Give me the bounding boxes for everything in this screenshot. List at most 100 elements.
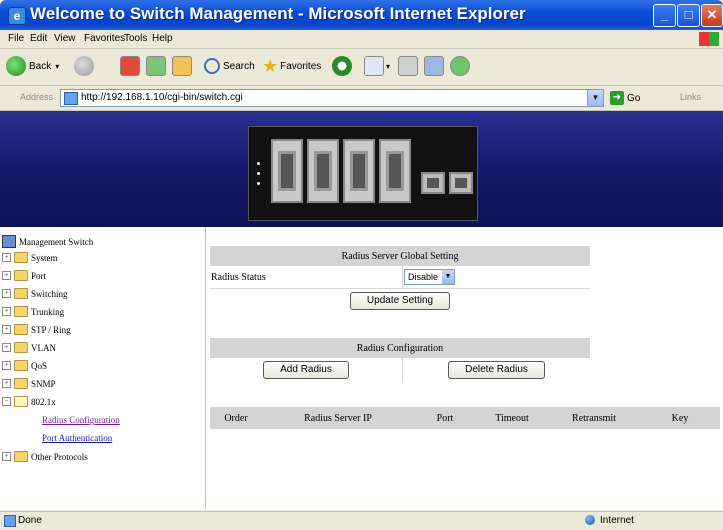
sfp-port-icon [449, 172, 473, 194]
toolbar: Back ▾ Search ★ Favorites ▾ [0, 49, 723, 86]
history-button[interactable] [332, 55, 352, 77]
folder-icon [14, 288, 28, 299]
chevron-down-icon: ▾ [386, 61, 391, 71]
menu-tools[interactable]: Tools [124, 33, 147, 44]
favorites-button[interactable]: ★ Favorites [262, 55, 321, 77]
stop-icon [120, 56, 140, 76]
switch-device-image [248, 126, 478, 221]
expand-icon[interactable]: + [2, 289, 11, 298]
tree-item-system[interactable]: + System [2, 252, 58, 263]
expand-icon[interactable]: + [2, 361, 11, 370]
menu-view[interactable]: View [54, 33, 76, 44]
refresh-icon [146, 56, 166, 76]
column-timeout: Timeout [495, 412, 529, 424]
tree-subitem-radius-configuration[interactable]: Radius Configuration [42, 415, 120, 425]
print-button[interactable] [398, 55, 418, 77]
tree-item-snmp[interactable]: + SNMP [2, 378, 56, 389]
rj45-port-icon [343, 139, 375, 203]
menu-favorites[interactable]: Favorites [84, 33, 125, 44]
status-bar: Done Internet [0, 511, 723, 530]
folder-icon [14, 360, 28, 371]
home-button[interactable] [172, 55, 192, 77]
tree-item-port[interactable]: + Port [2, 270, 46, 281]
expand-icon[interactable]: + [2, 343, 11, 352]
folder-icon [14, 451, 28, 462]
table-header-row: Order Radius Server IP Port Timeout Retr… [210, 407, 720, 429]
messenger-icon [450, 56, 470, 76]
stop-button[interactable] [120, 55, 140, 77]
address-url: http://192.168.1.10/cgi-bin/switch.cgi [81, 92, 243, 103]
refresh-button[interactable] [146, 55, 166, 77]
windows-logo-icon [699, 32, 719, 46]
internet-zone-icon [585, 515, 595, 525]
page-icon [64, 92, 78, 105]
rj45-port-icon [379, 139, 411, 203]
folder-icon [14, 252, 28, 263]
address-bar: Address http://192.168.1.10/cgi-bin/swit… [0, 86, 723, 111]
minimize-button[interactable]: _ [653, 4, 676, 27]
add-radius-button[interactable]: Add Radius [263, 361, 349, 379]
star-icon: ★ [262, 55, 279, 76]
go-arrow-icon: ➜ [610, 91, 624, 105]
search-button[interactable]: Search [204, 55, 255, 77]
expand-icon[interactable]: + [2, 379, 11, 388]
expand-icon[interactable]: + [2, 452, 11, 461]
address-dropdown-icon[interactable]: ▼ [587, 89, 604, 107]
global-setting-table: Radius Server Global Setting Radius Stat… [210, 246, 590, 313]
folder-icon [14, 378, 28, 389]
expand-icon[interactable]: + [2, 325, 11, 334]
folder-icon [14, 324, 28, 335]
search-icon [204, 58, 220, 74]
forward-button[interactable] [74, 55, 94, 77]
folder-icon [14, 270, 28, 281]
expand-icon[interactable]: + [2, 253, 11, 262]
tree-subitem-port-authentication[interactable]: Port Authentication [42, 433, 112, 443]
expand-icon[interactable]: + [2, 271, 11, 280]
tree-item-switching[interactable]: + Switching [2, 288, 68, 299]
column-retransmit: Retransmit [572, 412, 616, 424]
computer-icon [2, 235, 16, 248]
edit-button[interactable] [424, 55, 444, 77]
menu-bar: File Edit View Favorites Tools Help [0, 30, 723, 49]
mail-button[interactable]: ▾ [364, 55, 390, 77]
ie-logo-icon: e [8, 7, 26, 25]
tree-item-vlan[interactable]: + VLAN [2, 342, 56, 353]
back-arrow-icon [6, 56, 26, 76]
chevron-down-icon: ▼ [442, 270, 455, 284]
page-done-icon [4, 515, 16, 527]
print-icon [398, 56, 418, 76]
radius-configuration-header: Radius Configuration [210, 338, 590, 358]
messenger-button[interactable] [450, 55, 470, 77]
tree-item-stp-ring[interactable]: + STP / Ring [2, 324, 71, 335]
back-button[interactable]: Back ▾ [6, 55, 59, 77]
maximize-button[interactable]: □ [677, 4, 700, 27]
address-input[interactable]: http://192.168.1.10/cgi-bin/switch.cgi ▼ [60, 89, 604, 107]
go-button[interactable]: ➜ Go [610, 91, 640, 105]
chevron-down-icon: ▾ [55, 61, 60, 71]
menu-edit[interactable]: Edit [30, 33, 47, 44]
update-setting-button[interactable]: Update Setting [349, 292, 451, 310]
menu-file[interactable]: File [8, 33, 24, 44]
collapse-icon[interactable]: − [2, 397, 11, 406]
links-label[interactable]: Links [680, 92, 701, 102]
menu-help[interactable]: Help [152, 33, 173, 44]
tree-root[interactable]: Management Switch [2, 235, 93, 248]
folder-icon [14, 306, 28, 317]
column-port: Port [436, 412, 454, 424]
folder-open-icon [14, 396, 28, 407]
expand-icon[interactable]: + [2, 307, 11, 316]
forward-arrow-icon [74, 56, 94, 76]
close-button[interactable]: ✕ [701, 4, 723, 27]
radius-status-select[interactable]: Disable ▼ [404, 269, 456, 285]
tree-item-8021x[interactable]: −802.1x [2, 396, 56, 407]
delete-radius-button[interactable]: Delete Radius [448, 361, 545, 379]
edit-icon [424, 56, 444, 76]
tree-item-qos[interactable]: + QoS [2, 360, 47, 371]
column-order: Order [224, 412, 248, 424]
history-icon [332, 56, 352, 76]
tree-item-trunking[interactable]: + Trunking [2, 306, 64, 317]
switch-banner [0, 111, 723, 227]
tree-item-other-protocols[interactable]: + Other Protocols [2, 451, 88, 462]
title-bar[interactable]: e Welcome to Switch Management - Microso… [0, 0, 723, 30]
folder-icon [14, 342, 28, 353]
